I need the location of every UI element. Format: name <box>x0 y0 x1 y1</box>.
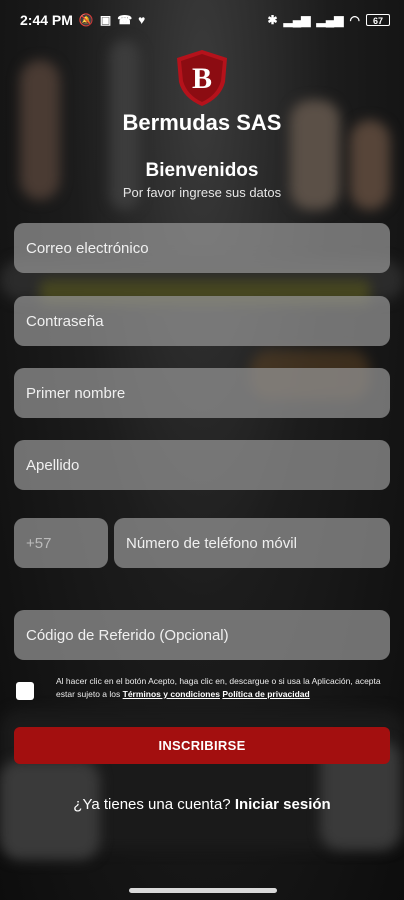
terms-checkbox[interactable] <box>16 682 34 700</box>
notification-icon: ▣ <box>99 13 112 27</box>
home-indicator[interactable] <box>129 888 277 893</box>
brand-name: Bermudas SAS <box>122 110 282 135</box>
brand-shield-logo: B <box>177 50 227 106</box>
signup-button[interactable]: INSCRIBIRSE <box>14 727 390 764</box>
terms-link[interactable]: Términos y condiciones <box>123 689 220 699</box>
terms-text: Al hacer clic en el botón Acepto, haga c… <box>56 675 386 701</box>
bluetooth-icon: ✱ <box>267 13 278 27</box>
welcome-subtitle: Por favor ingrese sus datos <box>122 185 282 200</box>
referral-code-field[interactable]: Código de Referido (Opcional) <box>14 610 390 660</box>
signal-2-icon: ▂▄▆ <box>316 13 344 27</box>
login-link[interactable]: Iniciar sesión <box>235 796 331 813</box>
signup-screen: B Bermudas SAS Bienvenidos Por favor ing… <box>0 0 404 900</box>
missed-call-icon: ☎ <box>117 13 133 27</box>
email-field[interactable]: Correo electrónico <box>14 223 390 273</box>
logo-letter: B <box>192 62 212 95</box>
wifi-icon: ◠ <box>349 13 360 27</box>
privacy-link[interactable]: Política de privacidad <box>222 689 309 699</box>
status-time: 2:44 PM <box>20 12 73 28</box>
country-code-value: +57 <box>26 534 52 552</box>
country-code-field[interactable]: +57 <box>14 518 108 568</box>
phone-placeholder: Número de teléfono móvil <box>126 534 297 552</box>
referral-placeholder: Código de Referido (Opcional) <box>26 626 229 644</box>
email-placeholder: Correo electrónico <box>26 239 149 257</box>
phone-field[interactable]: Número de teléfono móvil <box>114 518 390 568</box>
password-placeholder: Contraseña <box>26 312 104 330</box>
signal-icon: ▂▄▆ <box>283 13 311 27</box>
welcome-title: Bienvenidos <box>145 160 259 181</box>
first-name-field[interactable]: Primer nombre <box>14 368 390 418</box>
first-name-placeholder: Primer nombre <box>26 384 126 402</box>
heart-icon: ♥ <box>138 13 146 27</box>
login-prompt: ¿Ya tienes una cuenta? Iniciar sesión <box>0 796 404 813</box>
last-name-field[interactable]: Apellido <box>14 440 390 490</box>
last-name-placeholder: Apellido <box>26 456 80 474</box>
password-field[interactable]: Contraseña <box>14 296 390 346</box>
have-account-text: ¿Ya tienes una cuenta? <box>73 796 231 813</box>
mute-icon: 🔕 <box>78 13 94 27</box>
status-bar: 2:44 PM 🔕 ▣ ☎ ♥ ✱ ▂▄▆ ▂▄▆ ◠ 67 <box>0 0 404 40</box>
battery-icon: 67 <box>366 14 390 26</box>
